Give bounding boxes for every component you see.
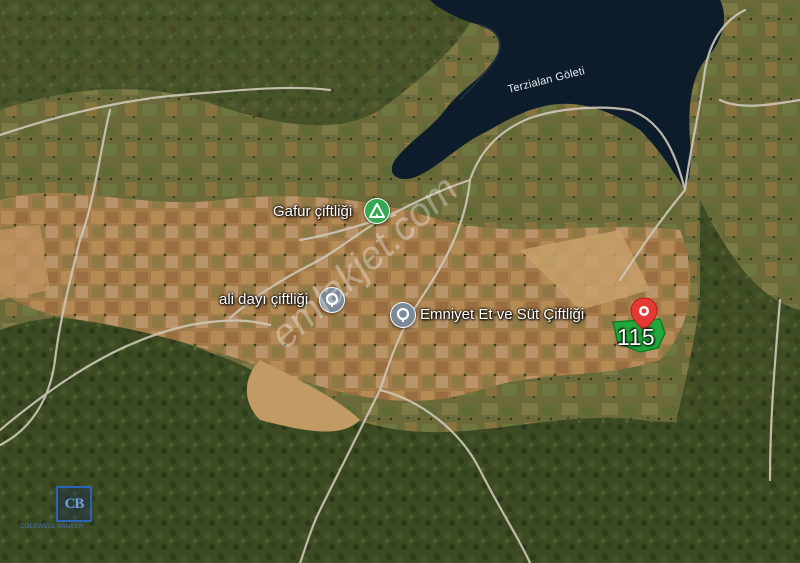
agency-logo: CB [56,486,92,522]
satellite-map[interactable] [0,0,800,563]
emniyet-farm-label[interactable]: Emniyet Et ve Süt Çiftliği [420,306,584,323]
emniyet-farm-pin[interactable] [390,302,416,328]
parcel-number: 115 [617,324,656,350]
agency-logo-caption: COLDWELL BANKER [20,524,84,530]
place-pin-icon [391,303,415,327]
gafur-farm-label[interactable]: Gafur çiftliği [273,203,352,220]
